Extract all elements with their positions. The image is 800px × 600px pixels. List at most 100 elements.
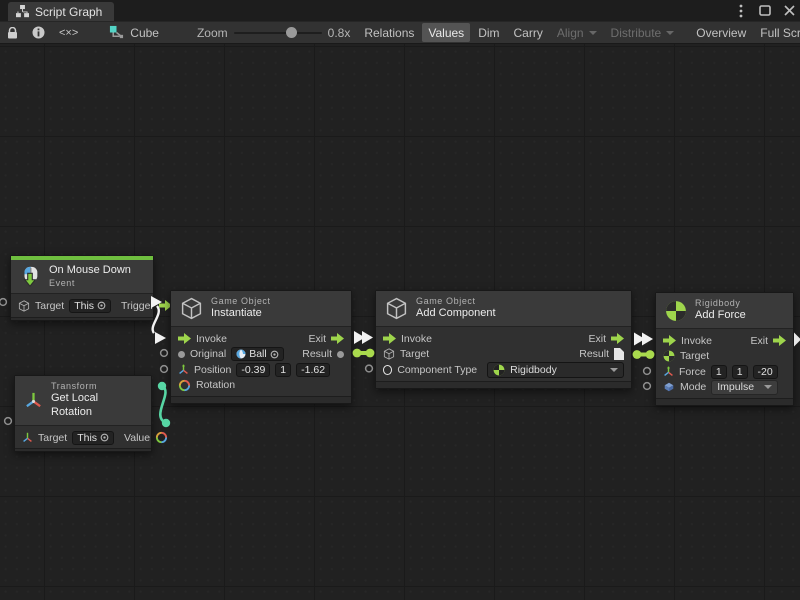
- port-label-invoke: Invoke: [196, 333, 227, 345]
- port-label-trigger: Trigger: [121, 300, 154, 312]
- port-label-result: Result: [579, 348, 609, 360]
- value-port-icon[interactable]: [178, 351, 185, 358]
- node-footer: [656, 398, 793, 405]
- zoom-slider[interactable]: [234, 32, 322, 34]
- distribute-dropdown[interactable]: Distribute: [605, 23, 681, 42]
- node-header[interactable]: On Mouse Down Event: [11, 260, 153, 294]
- object-picker-icon[interactable]: [270, 350, 279, 359]
- port-label-mode: Mode: [680, 381, 706, 393]
- vector3-port-icon[interactable]: [663, 366, 674, 377]
- node-on-mouse-down[interactable]: On Mouse Down Event Target This Trigger: [10, 255, 154, 321]
- flow-input-arrow-icon[interactable]: [383, 333, 396, 344]
- value-port-icon[interactable]: [337, 351, 344, 358]
- maximize-icon[interactable]: [758, 4, 772, 18]
- values-button[interactable]: Values: [422, 23, 470, 42]
- node-header[interactable]: Game Object Add Component: [376, 291, 631, 327]
- port-label-exit: Exit: [588, 333, 606, 345]
- node-footer: [376, 381, 631, 388]
- align-dropdown[interactable]: Align: [551, 23, 603, 42]
- position-x-field[interactable]: -0.39: [236, 363, 270, 377]
- gameobject-cube-icon: [180, 297, 203, 320]
- gameobject-port-icon[interactable]: [383, 348, 395, 360]
- node-title: Get Local Rotation: [51, 392, 142, 420]
- node-add-force[interactable]: Rigidbody Add Force Invoke Exit Target: [655, 292, 794, 406]
- flow-output-arrow-icon[interactable]: [611, 333, 624, 344]
- graph-breadcrumb[interactable]: Cube: [109, 25, 159, 40]
- node-category: Game Object: [211, 296, 271, 307]
- port-label-value: Value: [124, 432, 150, 444]
- node-get-local-rotation[interactable]: Transform Get Local Rotation Target This…: [14, 375, 152, 452]
- node-footer: [15, 448, 151, 451]
- vector3-port-icon[interactable]: [178, 364, 189, 375]
- zoom-slider-thumb[interactable]: [286, 27, 297, 38]
- object-picker-icon[interactable]: [97, 301, 106, 310]
- port-label-rotation: Rotation: [196, 379, 235, 391]
- force-x-field[interactable]: 1: [711, 365, 727, 379]
- close-icon[interactable]: [782, 4, 796, 18]
- node-category: Game Object: [416, 296, 496, 307]
- code-view-button[interactable]: <×>: [52, 22, 85, 43]
- port-label-target: Target: [400, 348, 429, 360]
- position-z-field[interactable]: -1.62: [296, 363, 330, 377]
- node-category: Transform: [51, 381, 142, 392]
- object-picker-icon[interactable]: [100, 433, 109, 442]
- zoom-value: 0.8x: [328, 26, 351, 40]
- lock-button[interactable]: [0, 22, 25, 43]
- original-object-field[interactable]: Ball: [231, 347, 284, 361]
- caret-down-icon: [589, 31, 597, 35]
- caret-down-icon: [610, 368, 618, 372]
- node-category: Rigidbody: [695, 298, 746, 309]
- target-object-field[interactable]: This: [69, 299, 111, 313]
- mode-dropdown[interactable]: Impulse: [711, 380, 778, 395]
- node-header[interactable]: Transform Get Local Rotation: [15, 376, 151, 426]
- port-label-invoke: Invoke: [681, 335, 712, 347]
- flow-input-arrow-icon[interactable]: [663, 335, 676, 346]
- component-type-dropdown[interactable]: Rigidbody: [487, 362, 624, 378]
- info-button[interactable]: [25, 22, 52, 43]
- graph-hierarchy-icon: [16, 5, 29, 18]
- force-z-field[interactable]: -20: [753, 365, 778, 379]
- forcemode-port-icon[interactable]: [663, 381, 675, 393]
- kebab-menu-icon[interactable]: [734, 4, 748, 18]
- relations-button[interactable]: Relations: [358, 23, 420, 42]
- overview-button[interactable]: Overview: [690, 23, 752, 42]
- script-graph-asset-icon: [109, 25, 124, 40]
- force-y-field[interactable]: 1: [732, 365, 748, 379]
- flow-output-arrow-icon[interactable]: [331, 333, 344, 344]
- port-label-target: Target: [38, 432, 67, 444]
- type-port-icon[interactable]: [383, 365, 392, 375]
- flow-input-arrow-icon[interactable]: [178, 333, 191, 344]
- port-label-invoke: Invoke: [401, 333, 432, 345]
- port-label-original: Original: [190, 348, 226, 360]
- dim-button[interactable]: Dim: [472, 23, 505, 42]
- node-header[interactable]: Rigidbody Add Force: [656, 293, 793, 329]
- carry-button[interactable]: Carry: [508, 23, 549, 42]
- flow-output-arrow-icon[interactable]: [773, 335, 786, 346]
- document-port-icon[interactable]: [614, 348, 624, 360]
- position-y-field[interactable]: 1: [275, 363, 291, 377]
- port-label-position: Position: [194, 364, 231, 376]
- transform-port-icon[interactable]: [22, 432, 33, 443]
- rigidbody-port-icon[interactable]: [663, 350, 675, 362]
- rotation-port-icon[interactable]: [178, 379, 191, 392]
- port-label-target: Target: [35, 300, 64, 312]
- node-add-component[interactable]: Game Object Add Component Invoke Exit Ta…: [375, 290, 632, 389]
- gameobject-cube-icon[interactable]: [18, 300, 30, 312]
- ball-prefab-icon: [236, 349, 246, 359]
- graph-toolbar: <×> Cube Zoom 0.8x Relations Values Dim …: [0, 21, 800, 44]
- node-header[interactable]: Game Object Instantiate: [171, 291, 351, 327]
- tab-title: Script Graph: [35, 5, 102, 19]
- zoom-control: Zoom 0.8x: [197, 26, 350, 40]
- tab-script-graph[interactable]: Script Graph: [8, 2, 114, 21]
- rigidbody-icon: [665, 300, 687, 322]
- fullscreen-button[interactable]: Full Screen: [754, 23, 800, 42]
- code-icon: <×>: [59, 27, 78, 39]
- caret-down-icon: [764, 385, 772, 389]
- lock-icon: [7, 27, 18, 39]
- node-instantiate[interactable]: Game Object Instantiate Invoke Exit Orig…: [170, 290, 352, 404]
- window-controls: [734, 0, 796, 21]
- port-label-force: Force: [679, 366, 706, 378]
- target-object-field[interactable]: This: [72, 431, 114, 445]
- rotation-port-icon[interactable]: [155, 431, 168, 444]
- gameobject-cube-icon: [385, 297, 408, 320]
